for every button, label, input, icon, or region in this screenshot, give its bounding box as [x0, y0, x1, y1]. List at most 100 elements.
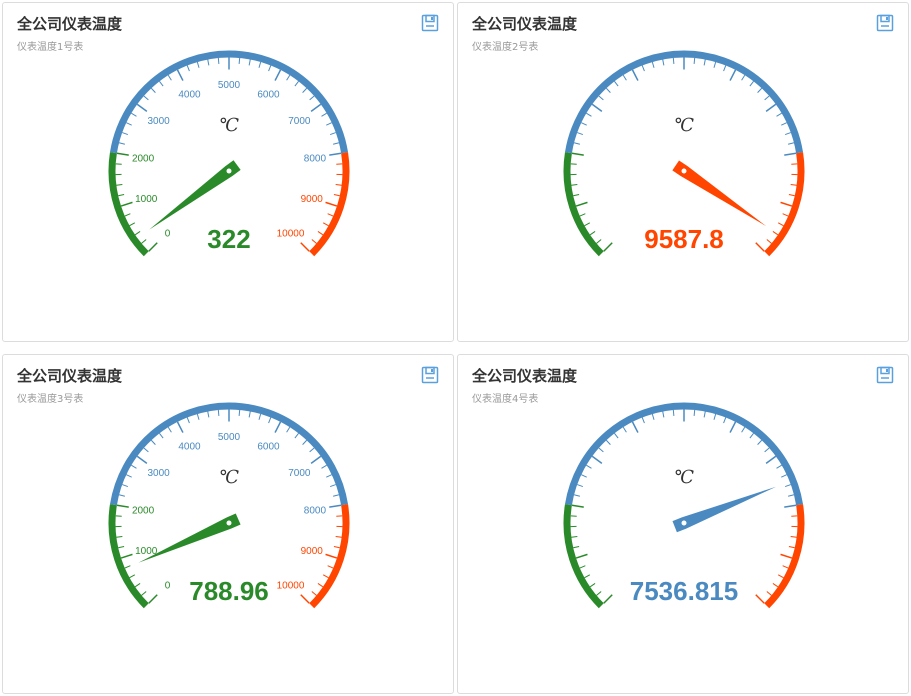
gauge-minor-tick — [134, 583, 141, 588]
gauge-minor-tick — [584, 222, 591, 227]
gauge-major-tick — [575, 201, 588, 207]
gauge-panel-3: 全公司仪表温度 仪表温度3号表 0 1000 2000 3000 4000 5000 600… — [2, 354, 454, 694]
gauge-minor-tick — [321, 112, 327, 117]
gauge-minor-tick — [787, 142, 795, 145]
gauge-minor-tick — [327, 565, 334, 569]
gauge-minor-tick — [122, 484, 129, 488]
gauge-minor-tick — [322, 222, 329, 227]
gauge-minor-tick — [784, 132, 791, 136]
gauge-minor-tick — [118, 494, 126, 497]
gauge-tick-label: 10000 — [277, 581, 305, 592]
gauge-panel-4: 全公司仪表温度 仪表温度4号表 ℃ 7536.815 — [457, 354, 909, 694]
gauge-minor-tick — [317, 583, 324, 588]
gauge-minor-tick — [150, 439, 156, 445]
gauge-minor-tick — [622, 74, 627, 81]
gauge-minor-tick — [777, 222, 784, 227]
gauge-major-tick — [329, 504, 342, 508]
gauge-minor-tick — [614, 81, 619, 87]
gauge-major-tick — [274, 69, 282, 81]
gauge-major-tick — [729, 421, 737, 433]
gauge-minor-tick — [335, 535, 342, 538]
gauge-minor-tick — [333, 545, 340, 549]
gauge-minor-tick — [118, 545, 125, 549]
gauge-minor-tick — [118, 142, 126, 145]
gauge-major-tick — [274, 421, 282, 433]
gauge-major-tick — [591, 455, 603, 464]
gauge-minor-tick — [321, 464, 327, 469]
gauge-minor-tick — [326, 474, 332, 478]
gauge-minor-tick — [782, 565, 789, 569]
gauge-major-tick — [116, 504, 129, 508]
gauge-minor-tick — [217, 57, 220, 65]
gauge-tick-label: 2000 — [132, 153, 155, 164]
gauge-minor-tick — [124, 565, 131, 569]
gauge-minor-tick — [126, 474, 132, 478]
gauge-major-tick — [300, 594, 310, 604]
gauge-unit-label: ℃ — [219, 467, 239, 488]
gauge-major-tick — [116, 152, 129, 156]
gauge-minor-tick — [571, 535, 578, 538]
gauge-minor-tick — [788, 545, 795, 549]
gauge-minor-tick — [571, 183, 578, 186]
gauge-major-tick — [300, 242, 310, 252]
gauge-minor-tick — [713, 413, 717, 420]
gauge-minor-tick — [662, 59, 665, 66]
gauge-unit-label: ℃ — [674, 467, 694, 488]
gauge-minor-tick — [586, 112, 592, 117]
gauge-minor-tick — [790, 183, 797, 186]
gauge-minor-tick — [196, 413, 200, 420]
gauge-minor-tick — [772, 583, 779, 588]
gauge-minor-tick — [713, 61, 717, 68]
gauge-chart: ℃ 9587.8 — [563, 50, 805, 257]
gauge-minor-tick — [723, 417, 727, 424]
gauge-minor-tick — [311, 239, 317, 244]
gauge-minor-tick — [268, 65, 272, 72]
gauge-minor-tick — [605, 87, 611, 93]
gauge-minor-tick — [723, 65, 727, 72]
gauge-minor-tick — [116, 183, 123, 186]
gauge-minor-tick — [217, 409, 220, 417]
gauge-minor-tick — [286, 426, 291, 433]
gauge-minor-tick — [782, 213, 789, 217]
gauge-minor-tick — [332, 494, 340, 497]
gauge-minor-tick — [788, 193, 795, 197]
gauge-major-tick — [631, 421, 639, 433]
gauge-minor-tick — [787, 494, 795, 497]
gauge-major-tick — [631, 69, 639, 81]
gauge-major-tick — [780, 553, 793, 559]
gauge-minor-tick — [749, 433, 754, 439]
gauge-tick-label: 10000 — [277, 229, 305, 240]
gauge-minor-tick — [641, 65, 645, 72]
gauge-tick-label: 9000 — [301, 194, 324, 205]
gauge-minor-tick — [294, 433, 299, 439]
gauge-minor-tick — [131, 464, 137, 469]
gauge-minor-tick — [248, 59, 251, 66]
gauge-tick-label: 1000 — [135, 194, 158, 205]
gauge-minor-tick — [167, 74, 172, 81]
gauge-minor-tick — [651, 61, 655, 68]
gauge-tick-label: 7000 — [288, 468, 311, 479]
gauge-minor-tick — [167, 426, 172, 433]
gauge-tick-label: 2000 — [132, 505, 155, 516]
gauge-major-tick — [784, 504, 797, 508]
gauge-minor-tick — [598, 95, 604, 101]
gauge-minor-tick — [302, 87, 308, 93]
gauge-minor-tick — [693, 409, 696, 417]
gauge-minor-tick — [143, 95, 149, 101]
gauge-minor-tick — [134, 231, 141, 236]
gauge-minor-tick — [781, 474, 787, 478]
gauge-minor-tick — [309, 95, 315, 101]
gauge-minor-tick — [309, 447, 315, 453]
gauge-minor-tick — [577, 484, 584, 488]
gauge-pointer-cap — [681, 168, 687, 174]
gauge-minor-tick — [586, 464, 592, 469]
gauge-minor-tick — [790, 535, 797, 538]
gauge-minor-tick — [124, 213, 131, 217]
gauge-major-tick — [136, 103, 148, 112]
gauge-minor-tick — [238, 409, 241, 417]
gauge-minor-tick — [781, 122, 787, 126]
gauge-minor-tick — [150, 87, 156, 93]
gauge-pointer — [138, 513, 241, 563]
gauge-minor-tick — [622, 426, 627, 433]
gauge-major-tick — [329, 152, 342, 156]
